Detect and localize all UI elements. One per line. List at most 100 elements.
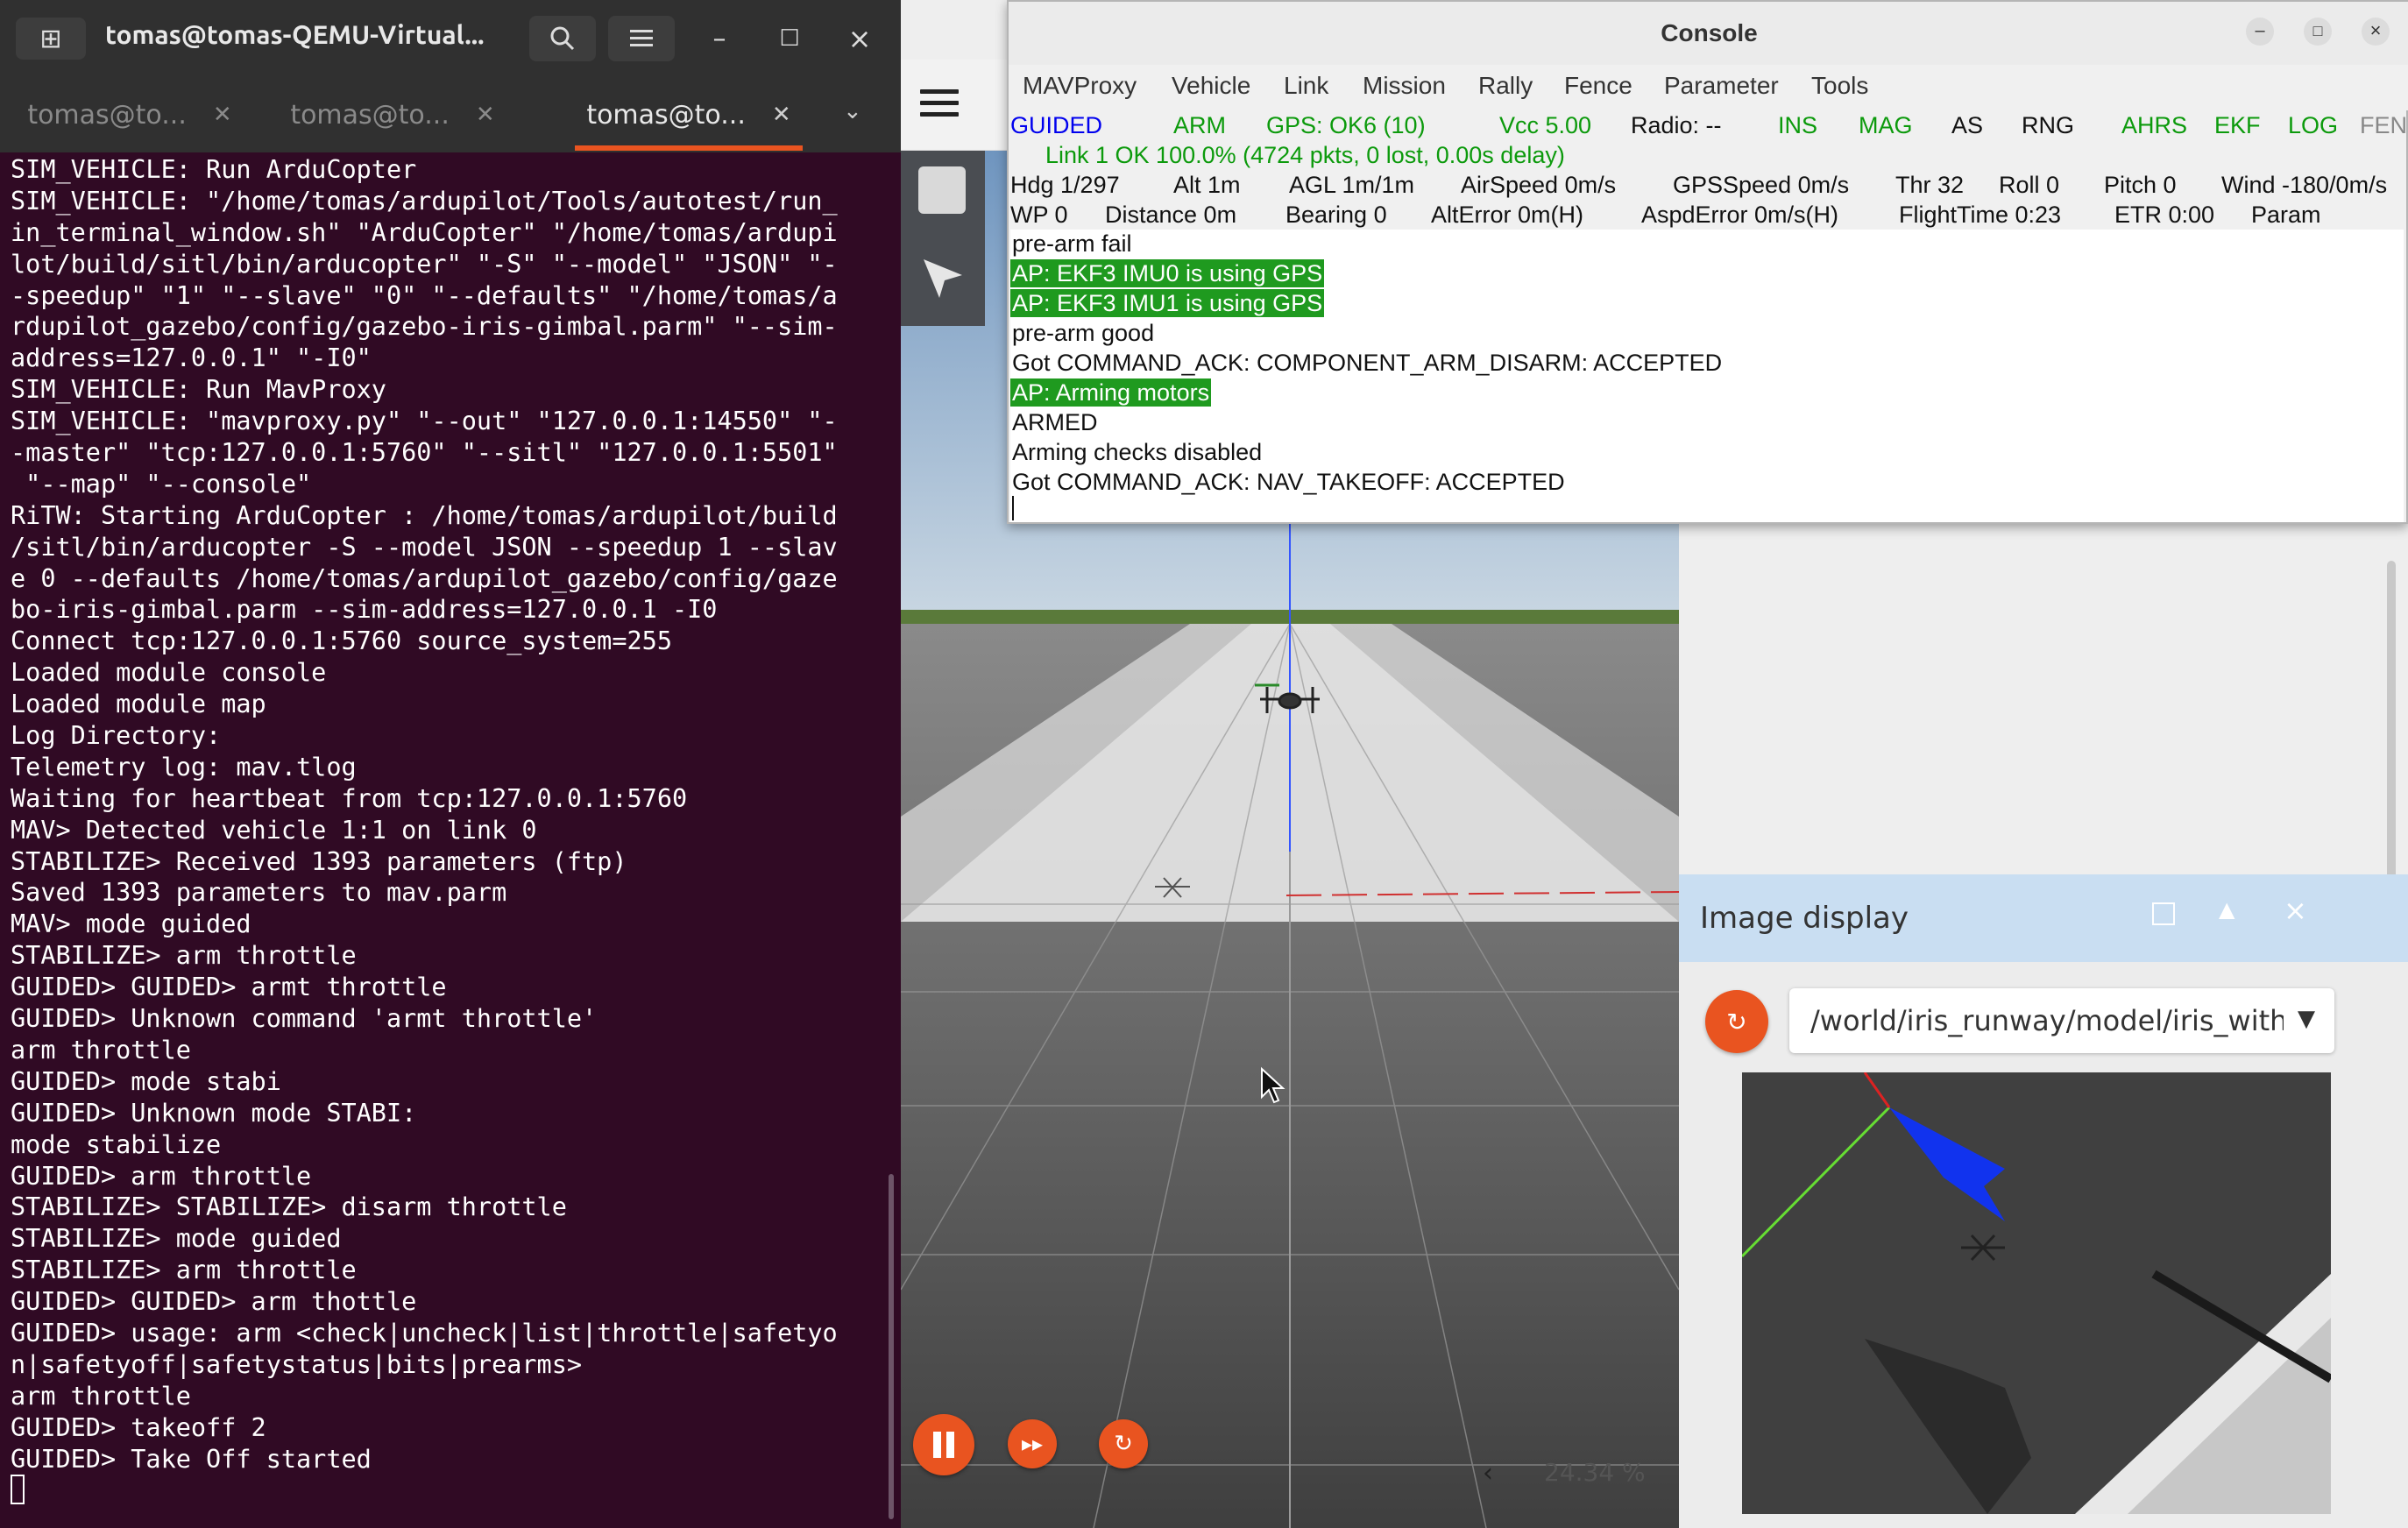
dropdown-caret-icon: ▼ bbox=[2298, 1006, 2315, 1032]
terminal-line: GUIDED> takeoff 2 bbox=[11, 1412, 266, 1442]
terminal-line: -master" "tcp:127.0.0.1:5760" "--sitl" "… bbox=[11, 438, 838, 468]
status-bearing: Bearing 0 bbox=[1285, 202, 1387, 228]
terminal-line: Telemetry log: mav.tlog bbox=[11, 752, 357, 782]
terminal-line: GUIDED> Unknown mode STABI: bbox=[11, 1098, 417, 1128]
refresh-topics-button[interactable]: ↻ bbox=[1705, 990, 1768, 1053]
search-button[interactable] bbox=[529, 16, 596, 61]
terminal-line: GUIDED> GUIDED> arm thottle bbox=[11, 1287, 417, 1317]
menu-fence[interactable]: Fence bbox=[1564, 72, 1632, 100]
terminal-line: GUIDED> mode stabi bbox=[11, 1066, 281, 1096]
chevron-left-icon[interactable]: ‹ bbox=[1483, 1458, 1493, 1489]
menu-link[interactable]: Link bbox=[1284, 72, 1328, 100]
terminal-line: STABILIZE> arm throttle bbox=[11, 1256, 357, 1285]
pause-icon bbox=[933, 1432, 954, 1458]
chevron-down-icon[interactable]: ⌄ bbox=[843, 98, 862, 124]
maximize-button[interactable]: □ bbox=[2304, 18, 2332, 46]
terminal-line: STABILIZE> mode guided bbox=[11, 1224, 342, 1254]
minimize-button[interactable]: – bbox=[701, 16, 738, 61]
terminal-headerbar: ⊞ tomas@tomas-QEMU-Virtual... – ☐ × bbox=[0, 0, 901, 77]
terminal-tab-2[interactable]: tomas@to... ✕ bbox=[263, 77, 522, 152]
status-ins: INS bbox=[1778, 112, 1818, 138]
maximize-button[interactable]: ☐ bbox=[771, 16, 808, 61]
terminal-line: SIM_VEHICLE: Run MavProxy bbox=[11, 375, 386, 405]
close-tab-icon[interactable]: ✕ bbox=[772, 102, 791, 128]
terminal-line: MAV> Detected vehicle 1:1 on link 0 bbox=[11, 815, 537, 845]
image-display-panel: Image display ▲ × ↻ /world/iris_runway/m… bbox=[1679, 874, 2408, 1528]
status-arm: ARM bbox=[1173, 112, 1226, 138]
tab-label: tomas@to... bbox=[27, 99, 187, 131]
log-message: Got COMMAND_ACK: NAV_TAKEOFF: ACCEPTED bbox=[1012, 469, 1565, 495]
hamburger-icon[interactable] bbox=[920, 89, 959, 124]
terminal-line: Saved 1393 parameters to mav.parm bbox=[11, 878, 507, 908]
minimize-button[interactable]: – bbox=[2246, 18, 2274, 46]
terminal-line: address=127.0.0.1" "-I0" bbox=[11, 343, 372, 373]
status-thr: Thr 32 bbox=[1895, 172, 1965, 198]
mavproxy-console-window[interactable]: Console – □ × MAVProxy Vehicle Link Miss… bbox=[1007, 0, 2408, 524]
status-aspderror: AspdError 0m/s(H) bbox=[1641, 202, 1839, 228]
image-display-title: Image display bbox=[1700, 901, 1909, 936]
float-panel-icon[interactable] bbox=[2152, 902, 2175, 925]
terminal-line: rdupilot_gazebo/config/gazebo-iris-gimba… bbox=[11, 312, 838, 342]
terminal-cursor bbox=[11, 1475, 25, 1505]
terminal-line: GUIDED> Unknown command 'armt throttle' bbox=[11, 1004, 598, 1034]
status-gps: GPS: OK6 (10) bbox=[1266, 112, 1426, 138]
close-panel-icon[interactable]: × bbox=[2284, 894, 2307, 927]
terminal-line: SIM_VEHICLE: "/home/tomas/ardupilot/Tool… bbox=[11, 186, 838, 216]
menu-parameter[interactable]: Parameter bbox=[1664, 72, 1779, 100]
reset-button[interactable]: ↻ bbox=[1099, 1419, 1148, 1468]
log-message: Got COMMAND_ACK: COMPONENT_ARM_DISARM: A… bbox=[1012, 350, 1723, 376]
close-button[interactable]: × bbox=[841, 16, 878, 61]
status-rng: RNG bbox=[2022, 112, 2074, 138]
close-button[interactable]: × bbox=[2362, 18, 2390, 46]
status-param: Param bbox=[2251, 202, 2321, 228]
status-fen: FEN bbox=[2360, 112, 2407, 138]
terminal-prompt[interactable] bbox=[11, 1475, 887, 1506]
log-message: AP: EKF3 IMU1 is using GPS bbox=[1010, 289, 1325, 317]
menu-mission[interactable]: Mission bbox=[1363, 72, 1446, 100]
terminal-line: mode stabilize bbox=[11, 1129, 222, 1159]
collapse-icon[interactable]: ▲ bbox=[2219, 897, 2234, 922]
close-tab-icon[interactable]: ✕ bbox=[213, 102, 232, 128]
menu-rally[interactable]: Rally bbox=[1478, 72, 1533, 100]
text-caret bbox=[1012, 496, 1014, 520]
hamburger-menu-button[interactable] bbox=[608, 16, 675, 61]
terminal-output[interactable]: SIM_VEHICLE: Run ArduCopter SIM_VEHICLE: … bbox=[11, 154, 887, 1524]
camera-image bbox=[1742, 1072, 2331, 1514]
terminal-tab-1[interactable]: tomas@to... ✕ bbox=[0, 77, 259, 152]
terminal-window[interactable]: ⊞ tomas@tomas-QEMU-Virtual... – ☐ × toma… bbox=[0, 0, 901, 1528]
menu-vehicle[interactable]: Vehicle bbox=[1172, 72, 1250, 100]
terminal-line: GUIDED> arm throttle bbox=[11, 1161, 312, 1191]
new-tab-button[interactable]: ⊞ bbox=[16, 18, 86, 60]
terminal-line: RiTW: Starting ArduCopter : /home/tomas/… bbox=[11, 500, 838, 530]
menu-mavproxy[interactable]: MAVProxy bbox=[1023, 72, 1137, 100]
menu-tools[interactable]: Tools bbox=[1811, 72, 1868, 100]
terminal-line: -speedup" "1" "--slave" "0" "--defaults"… bbox=[11, 280, 838, 310]
status-log: LOG bbox=[2288, 112, 2339, 138]
topic-select[interactable]: /world/iris_runway/model/iris_with_ ▼ bbox=[1789, 988, 2334, 1053]
terminal-line: Loaded module map bbox=[11, 690, 266, 719]
log-message: pre-arm fail bbox=[1012, 230, 1132, 257]
status-wp: WP 0 bbox=[1010, 202, 1068, 228]
terminal-line: STABILIZE> STABILIZE> disarm throttle bbox=[11, 1192, 567, 1222]
status-flighttime: FlightTime 0:23 bbox=[1899, 202, 2062, 228]
status-radio: Radio: -- bbox=[1631, 112, 1722, 138]
terminal-line: STABILIZE> Received 1393 parameters (ftp… bbox=[11, 846, 627, 876]
terminal-tab-3[interactable]: tomas@to... ✕ bbox=[557, 77, 820, 152]
status-agl: AGL 1m/1m bbox=[1289, 172, 1415, 198]
terminal-line: STABILIZE> arm throttle bbox=[11, 941, 357, 971]
terminal-line: GUIDED> GUIDED> armt throttle bbox=[11, 973, 447, 1002]
console-message-log[interactable]: pre-arm fail AP: EKF3 IMU0 is using GPS … bbox=[1010, 230, 2404, 522]
status-roll: Roll 0 bbox=[1999, 172, 2060, 198]
status-as: AS bbox=[1951, 112, 1984, 138]
terminal-scrollbar[interactable] bbox=[889, 1174, 894, 1519]
step-forward-button[interactable]: ▸▸ bbox=[1008, 1419, 1057, 1468]
pause-button[interactable] bbox=[913, 1414, 974, 1475]
terminal-line: Waiting for heartbeat from tcp:127.0.0.1… bbox=[11, 783, 688, 813]
close-tab-icon[interactable]: ✕ bbox=[476, 102, 495, 128]
box-shape-icon[interactable] bbox=[918, 166, 966, 214]
select-arrow-icon[interactable] bbox=[917, 252, 969, 305]
terminal-line: GUIDED> usage: arm <check|uncheck|list|t… bbox=[11, 1318, 838, 1348]
status-mag: MAG bbox=[1859, 112, 1913, 138]
status-mode: GUIDED bbox=[1010, 112, 1103, 138]
status-hdg: Hdg 1/297 bbox=[1010, 172, 1120, 198]
